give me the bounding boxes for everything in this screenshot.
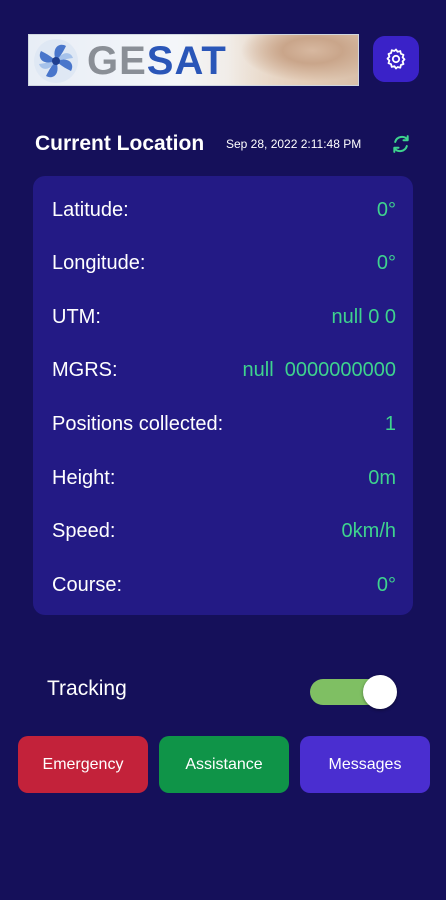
utm-value: null 0 0 xyxy=(331,305,397,328)
gear-icon xyxy=(386,48,406,70)
logo-photo xyxy=(228,35,358,85)
course-row: Course: 0° xyxy=(52,571,396,599)
current-location-title: Current Location xyxy=(35,132,205,155)
toggle-knob xyxy=(363,675,397,709)
utm-row: UTM: null 0 0 xyxy=(52,303,396,331)
height-row: Height: 0m xyxy=(52,464,396,492)
row-label: Latitude: xyxy=(52,198,129,221)
mgrs-row: MGRS: null 0000000000 xyxy=(52,356,396,384)
speed-value: 0km/h xyxy=(341,519,396,542)
location-timestamp: Sep 28, 2022 2:11:48 PM xyxy=(226,137,362,151)
emergency-button[interactable]: Emergency xyxy=(18,736,148,793)
logo-text: GESAT xyxy=(87,39,227,83)
tracking-label: Tracking xyxy=(47,677,127,700)
logo-text-sat: SAT xyxy=(146,39,227,83)
course-value: 0° xyxy=(376,573,396,596)
tracking-toggle[interactable] xyxy=(310,673,398,709)
row-label: Longitude: xyxy=(52,251,146,274)
fan-logo-icon xyxy=(34,39,78,83)
positions-collected-value: 1 xyxy=(384,412,396,435)
settings-button[interactable] xyxy=(373,36,419,82)
positions-collected-row: Positions collected: 1 xyxy=(52,410,396,438)
row-label: MGRS: xyxy=(52,358,118,381)
latitude-row: Latitude: 0° xyxy=(52,196,396,224)
location-card: Latitude: 0° Longitude: 0° UTM: null 0 0… xyxy=(33,176,413,615)
refresh-icon[interactable] xyxy=(391,134,411,154)
row-label: Height: xyxy=(52,466,116,489)
logo-text-ge: GE xyxy=(87,39,147,83)
row-label: Speed: xyxy=(52,519,116,542)
longitude-row: Longitude: 0° xyxy=(52,249,396,277)
latitude-value: 0° xyxy=(376,198,396,221)
longitude-value: 0° xyxy=(376,251,396,274)
app-logo-banner: GESAT xyxy=(28,34,359,86)
messages-button[interactable]: Messages xyxy=(300,736,430,793)
height-value: 0m xyxy=(368,466,396,489)
row-label: Positions collected: xyxy=(52,412,224,435)
speed-row: Speed: 0km/h xyxy=(52,517,396,545)
row-label: Course: xyxy=(52,573,123,596)
mgrs-value: null 0000000000 xyxy=(242,358,396,381)
assistance-button[interactable]: Assistance xyxy=(159,736,289,793)
row-label: UTM: xyxy=(52,305,101,328)
